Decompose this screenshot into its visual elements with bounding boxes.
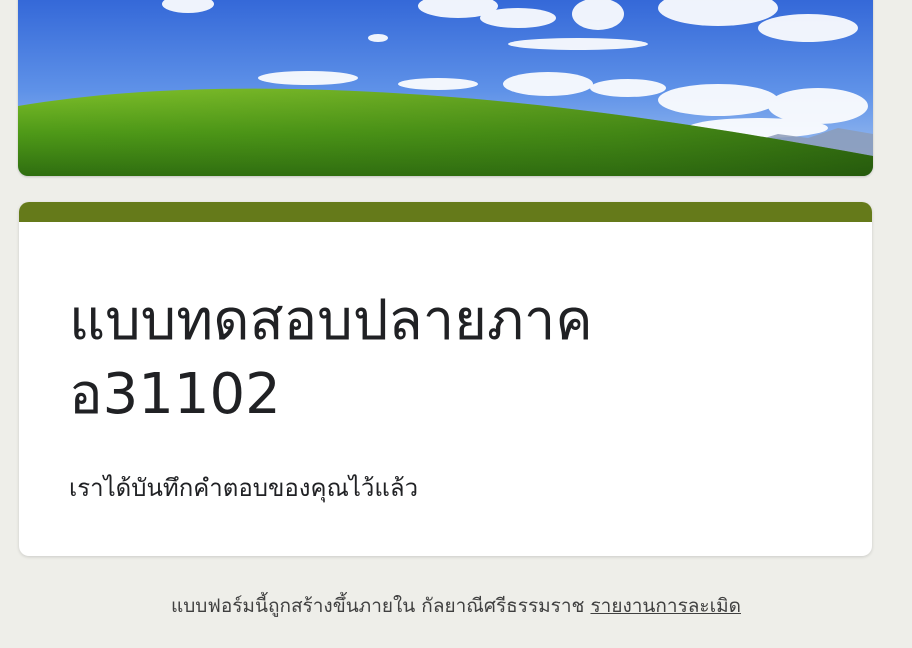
form-response-page: แบบทดสอบปลายภาค อ31102 เราได้บันทึกคำตอบ… [0, 0, 912, 648]
card-accent-bar [19, 202, 872, 222]
report-abuse-link[interactable]: รายงานการละเมิด [590, 595, 741, 617]
form-title: แบบทดสอบปลายภาค อ31102 [69, 288, 593, 427]
header-banner-image [18, 0, 873, 176]
confirmation-message: เราได้บันทึกคำตอบของคุณไว้แล้ว [69, 474, 419, 502]
confirmation-card: แบบทดสอบปลายภาค อ31102 เราได้บันทึกคำตอบ… [19, 202, 872, 556]
footer-created-in-text: แบบฟอร์มนี้ถูกสร้างขึ้นภายใน กัลยาณีศรีธ… [171, 595, 585, 617]
footer: แบบฟอร์มนี้ถูกสร้างขึ้นภายใน กัลยาณีศรีธ… [0, 590, 912, 622]
